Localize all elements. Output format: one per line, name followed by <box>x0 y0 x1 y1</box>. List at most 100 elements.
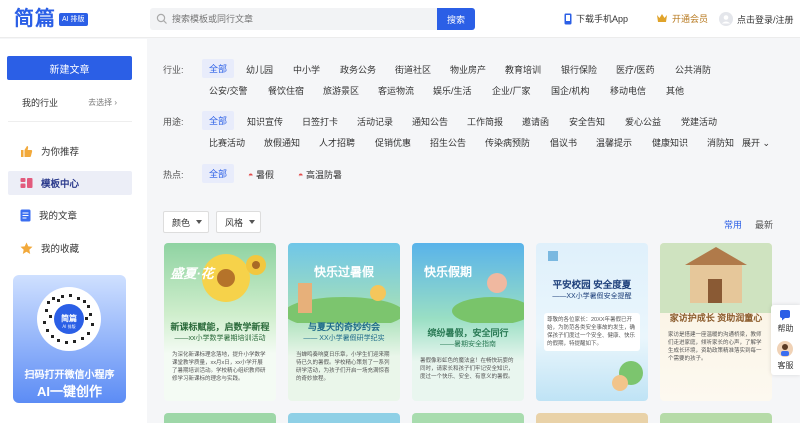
vip-link[interactable]: 开通会员 <box>656 12 708 25</box>
service-avatar-icon <box>777 341 793 357</box>
card-title: 与夏天的奇妙约会 <box>307 322 380 332</box>
card-title: 新课标赋能，启数学新程 <box>170 322 270 332</box>
card-subtitle: ——xx小学数学暑期培训活动 <box>174 335 266 342</box>
industry-tag[interactable]: 银行保险 <box>561 63 597 76</box>
sidebar-item-label: 我的文章 <box>39 211 78 222</box>
login-link[interactable]: 点击登录/注册 <box>719 12 794 26</box>
industry-tag[interactable]: 娱乐/生活 <box>433 84 472 97</box>
sidebar-item-label: 我的收藏 <box>41 244 80 255</box>
card-subtitle: ——XX小学暑假安全提醒 <box>552 293 632 300</box>
template-card[interactable]: 盛夏·花 新课标赋能，启数学新程 ——xx小学数学暑期培训活动 为深化新课标理念… <box>164 243 276 401</box>
template-card[interactable]: 快乐过暑假 与夏天的奇妙约会 —— XX小学暑假研学纪实 当蝉鸣奏响夏日乐章，小… <box>288 243 400 401</box>
template-card[interactable]: 家访护成长 资助润童心 家访是搭建一座温暖的沟通桥梁，教师们走进家庭，倾听家长的… <box>660 243 772 401</box>
usage-tag[interactable]: 邀请函 <box>522 115 549 128</box>
chevron-right-icon: › <box>114 98 117 107</box>
house-illustration <box>660 243 772 313</box>
usage-tag[interactable]: 促销优惠 <box>375 136 411 149</box>
promo-text-ai: AI一键创作 <box>36 384 102 399</box>
search-button[interactable]: 搜索 <box>437 8 475 30</box>
help-button[interactable]: 帮助 <box>771 323 800 334</box>
download-app-link[interactable]: 下载手机App <box>564 12 628 25</box>
template-card[interactable]: 平安校园 安全度夏 ——XX小学暑假安全提醒 尊敬的各位家长：20XX年暑假已开… <box>536 243 648 401</box>
sort-common[interactable]: 常用 <box>724 218 742 231</box>
usage-tag[interactable]: 爱心公益 <box>625 115 661 128</box>
usage-tag[interactable]: 安全告知 <box>569 115 605 128</box>
miniprogram-promo[interactable]: 简篇 AI 排版 扫码打开微信小程序 AI一键创作 <box>13 275 126 403</box>
logo[interactable]: 简篇 AI 排版 <box>14 8 88 30</box>
usage-tag[interactable]: 健康知识 <box>652 136 688 149</box>
logo-badge: AI 排版 <box>59 12 88 26</box>
style-select[interactable]: 风格 <box>216 211 261 233</box>
sidebar-item-favorites[interactable]: 我的收藏 <box>8 236 132 260</box>
usage-tag[interactable]: 工作简报 <box>467 115 503 128</box>
sunflower-illustration <box>202 254 266 302</box>
template-card-partial[interactable] <box>660 413 772 423</box>
industry-tag[interactable]: 其他 <box>666 84 684 97</box>
industry-tag[interactable]: 幼儿园 <box>246 63 273 76</box>
usage-tag[interactable]: 全部 <box>202 111 235 130</box>
industry-tag[interactable]: 公安/交警 <box>209 84 248 97</box>
card-head: 盛夏·花 <box>170 266 214 281</box>
caret-down-icon <box>249 220 256 224</box>
usage-tag[interactable]: 知识宣传 <box>247 115 283 128</box>
usage-tag[interactable]: 放假通知 <box>264 136 300 149</box>
sidebar-item-recommend[interactable]: 为你推荐 <box>8 139 132 163</box>
industry-tag[interactable]: 街道社区 <box>395 63 431 76</box>
watermelon-icon: ◓ <box>248 170 254 180</box>
top-header: 简篇 AI 排版 搜索 下载手机App 开通会员 点击登录/注册 <box>0 0 800 38</box>
logo-text: 简篇 <box>14 8 56 30</box>
card-body: 当蝉鸣奏响夏日乐章，小学生们迎来期待已久的暑假。学校精心策划了一系列研学活动，为… <box>296 352 390 382</box>
my-industry-label: 我的行业 <box>22 98 59 108</box>
usage-tag[interactable]: 消防知 <box>707 136 739 149</box>
expand-button[interactable]: 展开 ⌄ <box>742 136 770 149</box>
template-card-partial[interactable] <box>412 413 524 423</box>
floating-help-panel: 帮助 客服 <box>771 305 800 375</box>
phone-icon <box>564 13 572 24</box>
sidebar-item-templates[interactable]: 模板中心 <box>8 171 132 195</box>
template-card-partial[interactable] <box>536 413 648 423</box>
card-head: 平安校园 安全度夏 <box>552 280 632 291</box>
color-select[interactable]: 颜色 <box>163 211 209 233</box>
usage-tag[interactable]: 倡议书 <box>550 136 577 149</box>
sidebar-item-label: 模板中心 <box>41 179 80 190</box>
industry-tag[interactable]: 旅游景区 <box>323 84 359 97</box>
industry-tag[interactable]: 教育培训 <box>505 63 541 76</box>
usage-tag[interactable]: 党建活动 <box>681 115 717 128</box>
industry-tag[interactable]: 政务公务 <box>340 63 376 76</box>
usage-tag[interactable]: 活动记录 <box>357 115 393 128</box>
sort-latest[interactable]: 最新 <box>755 218 773 231</box>
usage-tag[interactable]: 比赛活动 <box>209 136 245 149</box>
vacation-illustration <box>452 273 524 323</box>
template-card-partial[interactable] <box>288 413 400 423</box>
usage-tag[interactable]: 招生公告 <box>430 136 466 149</box>
hot-tag[interactable]: 全部 <box>202 164 235 183</box>
industry-tag[interactable]: 中小学 <box>293 63 320 76</box>
my-industry-row: 我的行业 去选择 › <box>22 96 117 109</box>
industry-tag[interactable]: 客运物流 <box>378 84 414 97</box>
industry-tag[interactable]: 公共消防 <box>675 63 711 76</box>
usage-tag[interactable]: 温馨提示 <box>596 136 632 149</box>
industry-tag[interactable]: 餐饮住宿 <box>268 84 304 97</box>
usage-tag[interactable]: 传染病预防 <box>485 136 530 149</box>
choose-industry-link[interactable]: 去选择 › <box>88 97 117 108</box>
industry-tag[interactable]: 医疗/医药 <box>616 63 655 76</box>
template-icon <box>20 178 33 188</box>
template-card-partial[interactable] <box>164 413 276 423</box>
usage-tag[interactable]: 通知公告 <box>412 115 448 128</box>
service-button[interactable]: 客服 <box>771 360 800 371</box>
industry-tag[interactable]: 物业房产 <box>450 63 486 76</box>
search-input[interactable] <box>172 14 432 24</box>
hot-tag-heat[interactable]: ◓ 高温防暑 <box>298 168 342 181</box>
usage-tag[interactable]: 人才招聘 <box>319 136 355 149</box>
sidebar-item-my-articles[interactable]: 我的文章 <box>8 203 132 227</box>
industry-tag[interactable]: 国企/机构 <box>551 84 590 97</box>
login-label: 点击登录/注册 <box>737 14 794 25</box>
usage-tag[interactable]: 日签打卡 <box>302 115 338 128</box>
industry-tag[interactable]: 全部 <box>202 59 235 78</box>
industry-tag[interactable]: 企业/厂家 <box>492 84 531 97</box>
hot-tag-summer[interactable]: ◓ 暑假 <box>248 168 274 181</box>
sidebar: 新建文章 我的行业 去选择 › 为你推荐 模板中心 我的文章 我的收藏 简篇 A… <box>0 39 147 423</box>
template-card[interactable]: 快乐假期 缤纷暑假，安全同行 ——暑期安全指南 暑假像彩虹色的魔法盒！在畅快玩耍… <box>412 243 524 401</box>
new-article-button[interactable]: 新建文章 <box>7 56 132 80</box>
industry-tag[interactable]: 移动电信 <box>610 84 646 97</box>
